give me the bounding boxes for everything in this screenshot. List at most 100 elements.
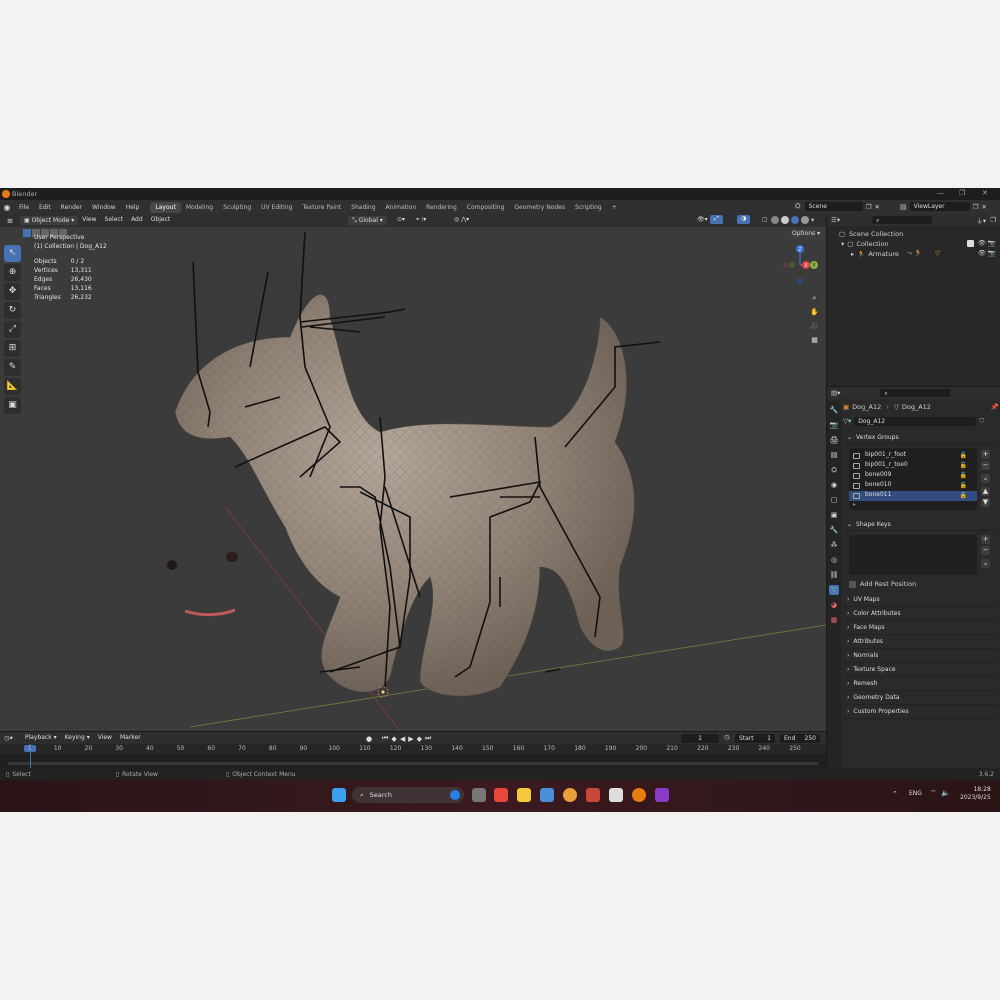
lock-icon[interactable]: 🔓 bbox=[960, 462, 967, 469]
measure-tool[interactable]: 📐 bbox=[4, 378, 21, 395]
constraints-tab-icon[interactable]: ⛓ bbox=[829, 570, 839, 580]
filter-icon[interactable]: ⏚▾ bbox=[976, 215, 986, 225]
fake-user-shield-icon[interactable]: ⛉ bbox=[979, 417, 984, 426]
play-reverse-icon[interactable]: ◀ bbox=[400, 735, 405, 743]
speaker-icon[interactable]: 🔈 bbox=[941, 789, 950, 797]
mesh-data-dropdown-icon[interactable]: ▽▾ bbox=[843, 417, 851, 425]
pan-hand-icon[interactable]: ✋ bbox=[809, 307, 820, 318]
collection-tab-icon[interactable]: ▢ bbox=[829, 495, 839, 505]
tab-rendering[interactable]: Rendering bbox=[421, 202, 462, 213]
render-tab-icon[interactable]: 📷 bbox=[829, 420, 839, 430]
outliner-collection[interactable]: ▾ ▢ Collection 👁 📷 bbox=[827, 239, 1000, 249]
cursor-tool[interactable]: ⊕ bbox=[4, 264, 21, 281]
menu-playback[interactable]: Playback ▾ bbox=[21, 734, 61, 743]
panel-custom-properties[interactable]: › Custom Properties bbox=[843, 705, 999, 719]
timeline-scrollbar[interactable] bbox=[8, 762, 818, 765]
menu-marker[interactable]: Marker bbox=[116, 734, 145, 743]
jump-keyframe-forward-icon[interactable]: ◆ bbox=[417, 735, 422, 743]
world-tab-icon[interactable]: ◉ bbox=[829, 480, 839, 490]
menu-select[interactable]: Select bbox=[101, 216, 128, 225]
app-m-icon[interactable] bbox=[586, 788, 600, 802]
move-down-icon[interactable]: ▼ bbox=[981, 498, 990, 507]
shape-key-specials-icon[interactable]: ⌄ bbox=[981, 559, 990, 568]
solid-shading-icon[interactable] bbox=[781, 216, 789, 224]
lock-icon[interactable]: 🔓 bbox=[960, 492, 967, 499]
panel-normals[interactable]: › Normals bbox=[843, 649, 999, 663]
vertex-group-specials-icon[interactable]: ⌄ bbox=[981, 474, 990, 483]
minimize-icon[interactable]: — bbox=[937, 189, 944, 197]
menu-file[interactable]: File bbox=[14, 204, 34, 211]
outliner-scene-collection[interactable]: ▢ Scene Collection bbox=[827, 229, 1000, 239]
playhead-line[interactable] bbox=[30, 744, 31, 768]
output-tab-icon[interactable]: 🖨 bbox=[829, 435, 839, 445]
panel-texture-space[interactable]: › Texture Space bbox=[843, 663, 999, 677]
end-frame-field[interactable]: End 250 bbox=[780, 734, 820, 743]
maximize-icon[interactable]: ❐ bbox=[959, 189, 965, 197]
taskbar-search-box[interactable]: ⌕ Search bbox=[352, 787, 464, 803]
3d-viewport[interactable]: ↖ ⊕ ✥ ↻ ⤢ ⊞ ✎ 📐 ▣ User Perspective (1) C… bbox=[0, 227, 826, 731]
task-view-icon[interactable] bbox=[472, 788, 486, 802]
jump-keyframe-back-icon[interactable]: ◆ bbox=[391, 735, 396, 743]
visibility-icon[interactable]: 👁▾ bbox=[693, 216, 712, 225]
tray-chevron-up-icon[interactable]: ⌃ bbox=[892, 790, 898, 798]
menu-edit[interactable]: Edit bbox=[34, 204, 56, 211]
frame-ruler[interactable]: 1102030405060708090100110120130140150160… bbox=[0, 744, 826, 754]
camera-view-icon[interactable]: 🎥 bbox=[809, 321, 820, 332]
tab-texture-paint[interactable]: Texture Paint bbox=[297, 202, 346, 213]
tab-shading[interactable]: Shading bbox=[346, 202, 380, 213]
annotate-tool[interactable]: ✎ bbox=[4, 359, 21, 376]
menu-timeline-view[interactable]: View bbox=[94, 734, 116, 743]
mesh-name-field[interactable]: Dog_A12 bbox=[854, 416, 977, 426]
wireframe-shading-icon[interactable] bbox=[771, 216, 779, 224]
overlay-toggle-icon[interactable]: ◑ bbox=[737, 215, 751, 224]
lock-icon[interactable]: 🔓 bbox=[960, 482, 967, 489]
tab-sculpting[interactable]: Sculpting bbox=[218, 202, 256, 213]
list-expand-icon[interactable]: ▸ bbox=[849, 501, 977, 508]
menu-window[interactable]: Window bbox=[87, 204, 121, 211]
list-item[interactable]: bip001_r_foot 🔓 bbox=[849, 451, 977, 461]
viewlayer-selector[interactable]: ▤ ViewLayer ❐ ✕ bbox=[900, 202, 987, 211]
file-explorer-icon[interactable] bbox=[517, 788, 531, 802]
timeline-track-area[interactable] bbox=[0, 754, 826, 768]
select-box-tool[interactable]: ↖ bbox=[4, 245, 21, 262]
language-indicator[interactable]: ENG bbox=[909, 790, 922, 797]
pose-icon[interactable]: ⤳ 🏃 bbox=[907, 249, 922, 258]
add-vertex-group-button[interactable]: + bbox=[981, 450, 990, 459]
physics-tab-icon[interactable]: ◎ bbox=[829, 555, 839, 565]
gizmo-toggle-icon[interactable]: ⤢ bbox=[710, 215, 723, 224]
particles-tab-icon[interactable]: ⁂ bbox=[829, 540, 839, 550]
close-icon[interactable]: ✕ bbox=[982, 189, 988, 197]
blender-taskbar-icon[interactable] bbox=[632, 788, 646, 802]
menu-keying[interactable]: Keying ▾ bbox=[61, 734, 94, 743]
editor-type-icon[interactable]: ⊞ bbox=[0, 217, 20, 225]
view-layer-tab-icon[interactable]: ▤ bbox=[829, 450, 839, 460]
move-up-icon[interactable]: ▲ bbox=[981, 487, 990, 496]
clock-icon[interactable]: ◷ bbox=[724, 733, 730, 741]
pivot-point-icon[interactable]: ⊙▾ bbox=[393, 216, 409, 225]
jump-start-icon[interactable]: ⏮ bbox=[382, 734, 388, 743]
move-tool[interactable]: ✥ bbox=[4, 283, 21, 300]
list-item[interactable]: bone011 🔓 bbox=[849, 491, 977, 501]
shape-keys-list[interactable] bbox=[849, 535, 977, 575]
scene-selector[interactable]: ⛭ Scene ❐ ✕ bbox=[795, 202, 880, 211]
modifier-tab-icon[interactable]: 🔧 bbox=[829, 525, 839, 535]
new-scene-icon[interactable]: ❐ bbox=[866, 203, 872, 211]
expand-arrow-icon[interactable]: ▾ bbox=[841, 240, 844, 248]
tab-compositing[interactable]: Compositing bbox=[462, 202, 510, 213]
affinity-icon[interactable] bbox=[655, 788, 669, 802]
scene-name-field[interactable]: Scene bbox=[804, 202, 863, 211]
add-rest-position-checkbox[interactable] bbox=[849, 580, 856, 588]
add-rest-position-row[interactable]: Add Rest Position bbox=[843, 578, 999, 590]
outliner-armature[interactable]: ▸ 🏃 Armature ⤳ 🏃 ▽ 👁 📷 bbox=[827, 249, 1000, 259]
viewlayer-name-field[interactable]: ViewLayer bbox=[909, 202, 970, 211]
remove-shape-key-button[interactable]: − bbox=[981, 546, 990, 555]
menu-add[interactable]: Add bbox=[127, 216, 147, 225]
list-item[interactable]: bone010 🔓 bbox=[849, 481, 977, 491]
scene-tab-icon[interactable]: ⛭ bbox=[829, 465, 839, 475]
lock-icon[interactable]: 🔓 bbox=[960, 472, 967, 479]
outliner-search-input[interactable]: ⌕ bbox=[872, 216, 933, 224]
properties-editor-icon[interactable]: ▤▾ bbox=[831, 389, 840, 397]
delete-viewlayer-icon[interactable]: ✕ bbox=[981, 203, 986, 211]
panel-geometry-data[interactable]: › Geometry Data bbox=[843, 691, 999, 705]
mesh-data-tab-icon[interactable]: ▽ bbox=[829, 585, 839, 595]
